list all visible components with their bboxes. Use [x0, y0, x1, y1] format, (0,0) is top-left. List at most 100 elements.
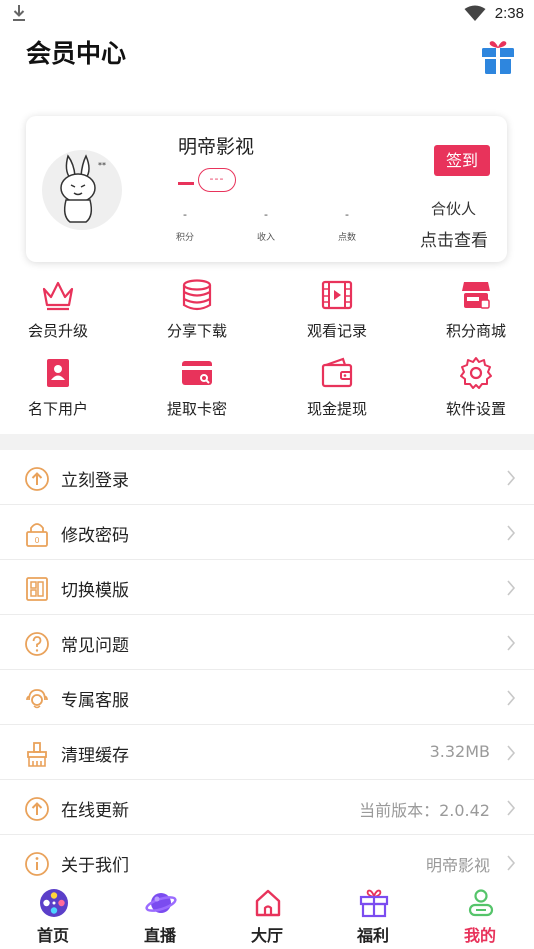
- svg-text:0: 0: [35, 536, 40, 545]
- card-icon: [182, 361, 212, 385]
- shop-icon: [462, 282, 490, 309]
- grid-item-extract-card[interactable]: 提取卡密: [142, 356, 252, 426]
- tab-label: 福利: [356, 926, 389, 945]
- grid-item-settings[interactable]: 软件设置: [421, 356, 531, 426]
- menu-item-label: 切换模版: [61, 581, 129, 601]
- update-icon: [25, 797, 49, 821]
- tab-label: 我的: [463, 926, 496, 945]
- grid-item-label: 观看记录: [306, 322, 367, 340]
- tab-live[interactable]: 直播: [115, 882, 205, 949]
- partner-label: 合伙人: [431, 200, 477, 218]
- menu-item-change-password[interactable]: 0 修改密码: [0, 505, 534, 560]
- menu-item-login[interactable]: 立刻登录: [0, 450, 534, 505]
- gear-icon: [460, 357, 492, 389]
- user-card-icon: [47, 359, 69, 387]
- stat-value: -: [345, 208, 349, 221]
- info-icon: [25, 852, 49, 876]
- grid-item-label: 会员升级: [27, 322, 88, 340]
- stat-value: -: [264, 208, 268, 221]
- grid-item-cash-withdraw[interactable]: 现金提现: [282, 356, 392, 426]
- login-icon: [25, 467, 49, 491]
- question-icon: [25, 632, 49, 656]
- film-reel-icon: [40, 889, 68, 917]
- username: 明帝影视: [178, 136, 255, 158]
- stat-points[interactable]: - 积分: [165, 208, 205, 243]
- menu-item-label: 立刻登录: [61, 471, 129, 491]
- tab-label: 首页: [36, 926, 69, 945]
- menu-item-label: 在线更新: [61, 801, 129, 821]
- tab-home[interactable]: 首页: [8, 882, 98, 949]
- status-time: 2:38: [494, 5, 524, 22]
- menu-item-label: 清理缓存: [61, 746, 129, 766]
- rabbit-avatar-icon: **: [60, 154, 106, 223]
- chevron-right-icon: [507, 800, 516, 816]
- about-app-name: 明帝影视: [425, 856, 490, 875]
- stat-label: 收入: [256, 233, 275, 243]
- chevron-right-icon: [507, 690, 516, 706]
- avatar[interactable]: **: [42, 150, 122, 230]
- chevron-right-icon: [507, 580, 516, 596]
- tab-welfare[interactable]: 福利: [328, 882, 418, 949]
- grid-item-my-users[interactable]: 名下用户: [3, 356, 113, 426]
- grid-item-label: 名下用户: [27, 400, 88, 418]
- status-bar: 2:38: [0, 0, 534, 28]
- grid-item-label: 软件设置: [445, 400, 506, 418]
- grid-item-watch-history[interactable]: 观看记录: [282, 278, 392, 348]
- grid-item-label: 现金提现: [306, 400, 367, 418]
- broom-icon: [27, 742, 47, 767]
- chevron-right-icon: [507, 470, 516, 486]
- stat-income[interactable]: - 收入: [246, 208, 286, 243]
- headset-icon: [26, 689, 48, 709]
- stat-value: -: [183, 208, 187, 221]
- grid-item-label: 分享下载: [166, 322, 227, 340]
- section-divider: [0, 434, 534, 450]
- grid-item-label: 提取卡密: [166, 400, 227, 418]
- menu-item-faq[interactable]: 常见问题: [0, 615, 534, 670]
- grid-item-share-download[interactable]: 分享下载: [142, 278, 252, 348]
- page-title: 会员中心: [26, 39, 127, 68]
- menu-item-label: 修改密码: [61, 526, 129, 546]
- grid-item-label: 积分商城: [445, 322, 506, 340]
- download-icon: [13, 5, 25, 21]
- bottom-tab-bar: 首页 直播 大厅 福利 我的: [0, 882, 534, 949]
- grid-item-vip-upgrade[interactable]: 会员升级: [3, 278, 113, 348]
- chevron-right-icon: [507, 525, 516, 541]
- chevron-right-icon: [507, 855, 516, 871]
- profile-icon: [468, 889, 494, 917]
- wifi-icon: [464, 5, 486, 21]
- gift-icon[interactable]: [480, 38, 516, 76]
- grid-item-points-mall[interactable]: 积分商城: [421, 278, 531, 348]
- menu-item-label: 关于我们: [61, 856, 129, 876]
- crown-icon: [42, 281, 74, 311]
- vip-badge: ---: [198, 168, 236, 192]
- menu-item-label: 专属客服: [61, 691, 129, 711]
- film-icon: [321, 280, 353, 310]
- menu-item-support[interactable]: 专属客服: [0, 670, 534, 725]
- menu-item-switch-template[interactable]: 切换模版: [0, 560, 534, 615]
- tab-label: 大厅: [250, 926, 283, 945]
- signin-button[interactable]: 签到: [434, 145, 490, 176]
- stat-credits[interactable]: - 点数: [327, 208, 367, 243]
- tab-label: 直播: [143, 926, 176, 945]
- menu-item-clear-cache[interactable]: 清理缓存 3.32MB: [0, 725, 534, 780]
- chevron-right-icon: [507, 635, 516, 651]
- cache-size: 3.32MB: [429, 742, 490, 761]
- profile-card: ** 明帝影视 --- - 积分 - 收入 - 点数 签到 合伙人 点击查看: [26, 116, 507, 262]
- template-icon: [26, 577, 48, 601]
- planet-icon: [145, 893, 177, 913]
- gift-icon: [359, 889, 389, 918]
- menu-item-online-update[interactable]: 在线更新 当前版本：2.0.42: [0, 780, 534, 835]
- view-partner-link[interactable]: 点击查看: [420, 226, 488, 251]
- svg-text:**: **: [98, 161, 106, 170]
- vip-dash: [178, 182, 194, 185]
- stat-label: 积分: [175, 233, 194, 243]
- tab-hall[interactable]: 大厅: [222, 882, 312, 949]
- app-version: 当前版本：2.0.42: [359, 801, 490, 820]
- home-icon: [255, 889, 281, 917]
- tab-mine[interactable]: 我的: [435, 882, 525, 949]
- chevron-right-icon: [507, 745, 516, 761]
- stat-label: 点数: [337, 233, 356, 243]
- database-icon: [182, 279, 212, 311]
- menu-item-label: 常见问题: [61, 636, 129, 656]
- lock-icon: 0: [26, 523, 48, 547]
